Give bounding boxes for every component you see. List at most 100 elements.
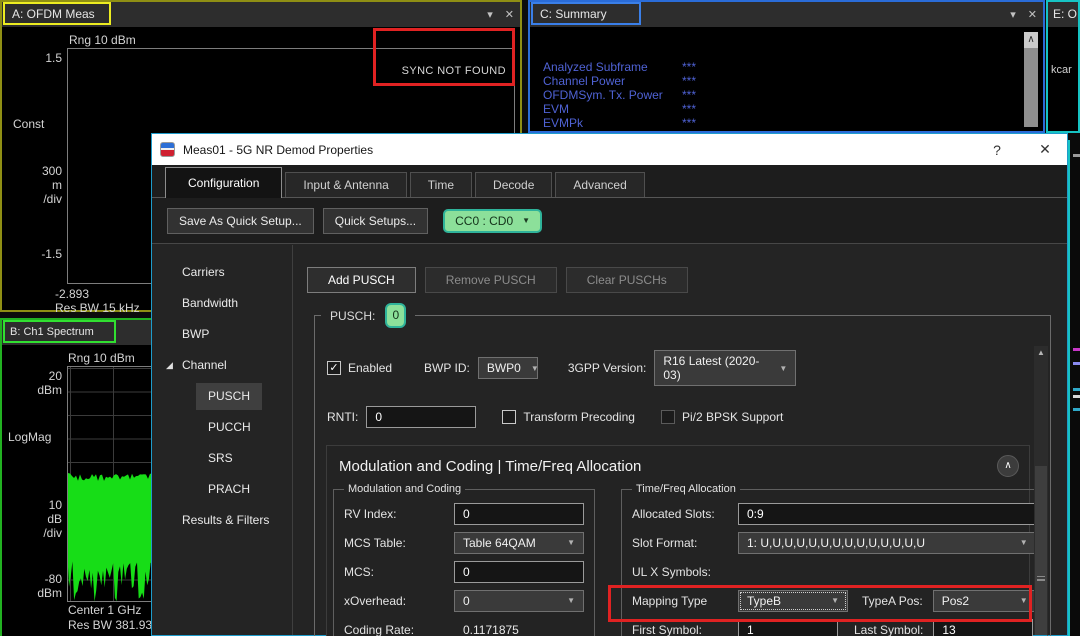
clear-puschs-button[interactable]: Clear PUSCHs — [565, 267, 688, 293]
summary-scrollbar[interactable]: ∧ — [1024, 32, 1038, 127]
y-axis-bottom: -80 dBm — [37, 572, 62, 600]
demod-properties-dialog: Meas01 - 5G NR Demod Properties ? ✕ Conf… — [151, 133, 1068, 636]
sidebar-item-pusch[interactable]: PUSCH — [196, 383, 263, 410]
rnti-label: RNTI: — [327, 410, 359, 424]
mapping-type-dropdown[interactable]: TypeB ▼ — [738, 589, 848, 612]
typea-pos-dropdown[interactable]: Pos2 ▼ — [932, 589, 1037, 612]
x-axis-left: -2.893 — [55, 287, 90, 301]
sidebar-item-channel[interactable]: ◢ Channel — [152, 350, 292, 381]
transform-precoding-label: Transform Precoding — [523, 410, 635, 424]
dialog-title: Meas01 - 5G NR Demod Properties — [183, 142, 374, 157]
dialog-titlebar[interactable]: Meas01 - 5G NR Demod Properties ? ✕ — [152, 134, 1067, 165]
enabled-label: Enabled — [348, 361, 393, 375]
remove-pusch-button[interactable]: Remove PUSCH — [424, 267, 557, 293]
sync-status: SYNC NOT FOUND — [401, 65, 506, 77]
res-bw-label: Res BW 15 kHz — [55, 301, 140, 315]
window-a-titlebar[interactable]: A: OFDM Meas ▾ ✕ — [2, 2, 520, 27]
close-button[interactable]: ✕ — [1035, 141, 1055, 158]
tab-time[interactable]: Time — [409, 172, 473, 197]
scroll-up-icon[interactable]: ▲ — [1034, 346, 1048, 360]
scrollbar-grip[interactable] — [1037, 576, 1045, 581]
chevron-down-icon: ▼ — [779, 363, 788, 373]
tree-expanded-icon[interactable]: ◢ — [166, 350, 173, 381]
sidebar-item-carriers[interactable]: Carriers — [152, 257, 292, 288]
minimize-icon[interactable]: ▾ — [487, 3, 493, 27]
window-e-titlebar[interactable]: E: OF — [1048, 2, 1078, 27]
allocated-slots-input[interactable]: 0:9 — [738, 502, 1037, 525]
dialog-body: Carriers Bandwidth BWP ◢ Channel PUSCH P… — [152, 245, 1067, 636]
summary-row: EVMPk *** — [543, 116, 697, 130]
pusch-group-label: PUSCH: — [330, 308, 376, 323]
trace-format-label: Const — [13, 117, 45, 131]
typea-pos-label: TypeA Pos: — [862, 593, 923, 608]
collapse-section-button[interactable]: ∧ — [997, 455, 1019, 477]
bwp-id-dropdown[interactable]: BWP0 ▼ — [477, 357, 539, 379]
xoverhead-label: xOverhead: — [344, 593, 407, 608]
slot-format-dropdown[interactable]: 1: U,U,U,U,U,U,U,U,U,U,U,U,U,U ▼ — [738, 531, 1037, 554]
rv-index-input[interactable]: 0 — [454, 502, 584, 525]
tab-decode[interactable]: Decode — [475, 172, 553, 197]
mcs-table-label: MCS Table: — [344, 535, 406, 550]
coding-rate-value: 0.1171875 — [463, 622, 519, 636]
sidebar-item-pucch[interactable]: PUCCH — [196, 414, 263, 441]
quick-setups-button[interactable]: Quick Setups... — [322, 207, 429, 234]
tab-configuration[interactable]: Configuration — [165, 167, 283, 198]
mcs-table-dropdown[interactable]: Table 64QAM ▼ — [454, 531, 584, 554]
pusch-panel: Add PUSCH Remove PUSCH Clear PUSCHs PUSC… — [294, 245, 1067, 636]
range-label: Rng 10 dBm — [68, 351, 135, 365]
sidebar-item-results-filters[interactable]: Results & Filters — [152, 505, 292, 536]
spectrum-plot — [67, 366, 154, 602]
enabled-checkbox[interactable]: ✓ — [327, 361, 341, 375]
modulation-coding-group: Modulation and Coding RV Index: 0 MCS Ta… — [333, 483, 595, 636]
ulx-symbols-label: UL X Symbols: — [632, 564, 711, 579]
scroll-up-icon[interactable]: ∧ — [1024, 32, 1038, 48]
window-a-title: A: OFDM Meas — [12, 7, 95, 21]
allocated-slots-label: Allocated Slots: — [632, 506, 715, 521]
res-bw-label: Res BW 381.93 — [68, 618, 153, 632]
last-symbol-input[interactable]: 13 — [933, 618, 1034, 636]
tab-input-antenna[interactable]: Input & Antenna — [285, 172, 407, 197]
gpp-version-dropdown[interactable]: R16 Latest (2020-03) ▼ — [654, 350, 797, 386]
window-b-title: B: Ch1 Spectrum — [10, 326, 94, 338]
y-axis-bottom: -1.5 — [41, 247, 62, 261]
close-icon[interactable]: ✕ — [1028, 3, 1037, 27]
cc-selector-dropdown[interactable]: CC0 : CD0 ▼ — [443, 208, 543, 233]
mod-coding-section: Modulation and Coding | Time/Freq Alloca… — [326, 445, 1048, 636]
time-freq-legend: Time/Freq Allocation — [636, 483, 736, 495]
dialog-scrollbar[interactable]: ▲ — [1034, 346, 1048, 635]
sidebar-item-bandwidth[interactable]: Bandwidth — [152, 288, 292, 319]
rnti-input[interactable]: 0 — [366, 406, 477, 428]
sidebar-item-prach[interactable]: PRACH — [196, 476, 262, 503]
window-e-clipped: E: OF kcar — [1046, 0, 1080, 133]
xoverhead-dropdown[interactable]: 0 ▼ — [454, 589, 584, 612]
last-symbol-label: Last Symbol: — [854, 622, 924, 636]
app-logo-icon — [160, 142, 175, 157]
transform-precoding-checkbox[interactable] — [502, 410, 517, 424]
rv-index-label: RV Index: — [344, 506, 397, 521]
sidebar-item-srs[interactable]: SRS — [196, 445, 245, 472]
range-label: Rng 10 dBm — [69, 33, 136, 47]
tab-advanced[interactable]: Advanced — [555, 172, 645, 197]
window-summary: C: Summary ▾ ✕ Analyzed Subframe *** Chan… — [528, 0, 1045, 133]
window-c-titlebar[interactable]: C: Summary ▾ ✕ — [530, 2, 1043, 27]
chevron-down-icon: ▼ — [530, 363, 539, 373]
y-scale-label: 300 m /div — [41, 164, 62, 206]
help-button[interactable]: ? — [987, 142, 1007, 158]
pusch-index-chip[interactable]: 0 — [385, 303, 407, 328]
add-pusch-button[interactable]: Add PUSCH — [307, 267, 416, 293]
sidebar-item-bwp[interactable]: BWP — [152, 319, 292, 350]
mcs-label: MCS: — [344, 564, 374, 579]
coding-rate-label: Coding Rate: — [344, 622, 415, 636]
pi2-bpsk-label: Pi/2 BPSK Support — [681, 410, 784, 424]
center-freq-label: Center 1 GHz — [68, 603, 142, 617]
first-symbol-input[interactable]: 1 — [738, 618, 838, 636]
y-axis-top: 20 dBm — [37, 369, 62, 397]
save-as-quick-setup-button[interactable]: Save As Quick Setup... — [167, 207, 314, 234]
spectrum-trace — [68, 473, 154, 602]
minimize-icon[interactable]: ▾ — [1010, 3, 1016, 27]
mcs-input[interactable]: 0 — [454, 560, 584, 583]
close-icon[interactable]: ✕ — [505, 3, 514, 27]
window-b-titlebar[interactable]: B: Ch1 Spectrum — [2, 320, 151, 345]
scrollbar-thumb[interactable] — [1035, 466, 1047, 635]
first-symbol-label: First Symbol: — [632, 622, 703, 636]
